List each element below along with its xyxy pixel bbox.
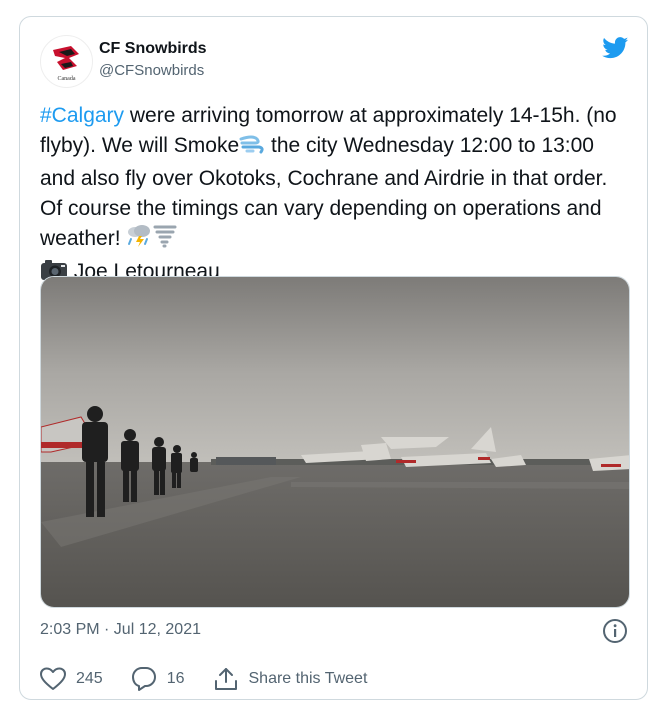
airfield-photo-image xyxy=(41,277,629,607)
share-label: Share this Tweet xyxy=(248,670,368,687)
like-count: 245 xyxy=(76,670,103,687)
reply-bubble-icon xyxy=(131,667,156,691)
author-names: CF Snowbirds @CFSnowbirds xyxy=(99,39,207,81)
tweet-photo[interactable] xyxy=(40,276,630,608)
display-name[interactable]: CF Snowbirds xyxy=(99,39,207,59)
twitter-bird-icon[interactable] xyxy=(602,37,629,59)
reply-count: 16 xyxy=(166,670,185,687)
reply-button[interactable]: 16 xyxy=(131,666,185,692)
tweet-header: Canada CF Snowbirds @CFSnowbirds xyxy=(40,35,631,91)
user-handle[interactable]: @CFSnowbirds xyxy=(99,61,207,81)
tweet-actions: 245 16 Share this Tweet xyxy=(40,665,395,693)
like-button[interactable]: 245 xyxy=(40,667,103,691)
tweet-card: Canada CF Snowbirds @CFSnowbirds #Calgar… xyxy=(19,16,648,700)
thunder-cloud-rain-emoji-icon xyxy=(126,224,152,257)
tornado-emoji-icon xyxy=(152,224,178,257)
share-icon xyxy=(214,668,237,690)
info-icon[interactable] xyxy=(602,618,628,644)
tweet-text: #Calgary were arriving tomorrow at appro… xyxy=(40,101,630,290)
hashtag-link[interactable]: #Calgary xyxy=(40,104,124,127)
share-button[interactable]: Share this Tweet xyxy=(213,666,368,692)
avatar-caption: Canada xyxy=(58,76,76,82)
avatar[interactable]: Canada xyxy=(40,35,93,88)
wind-face-emoji-icon xyxy=(239,133,265,164)
tweet-timestamp[interactable]: 2:03 PM · Jul 12, 2021 xyxy=(40,621,201,639)
heart-icon xyxy=(40,667,66,690)
snowbirds-logo-icon: Canada xyxy=(41,36,92,87)
